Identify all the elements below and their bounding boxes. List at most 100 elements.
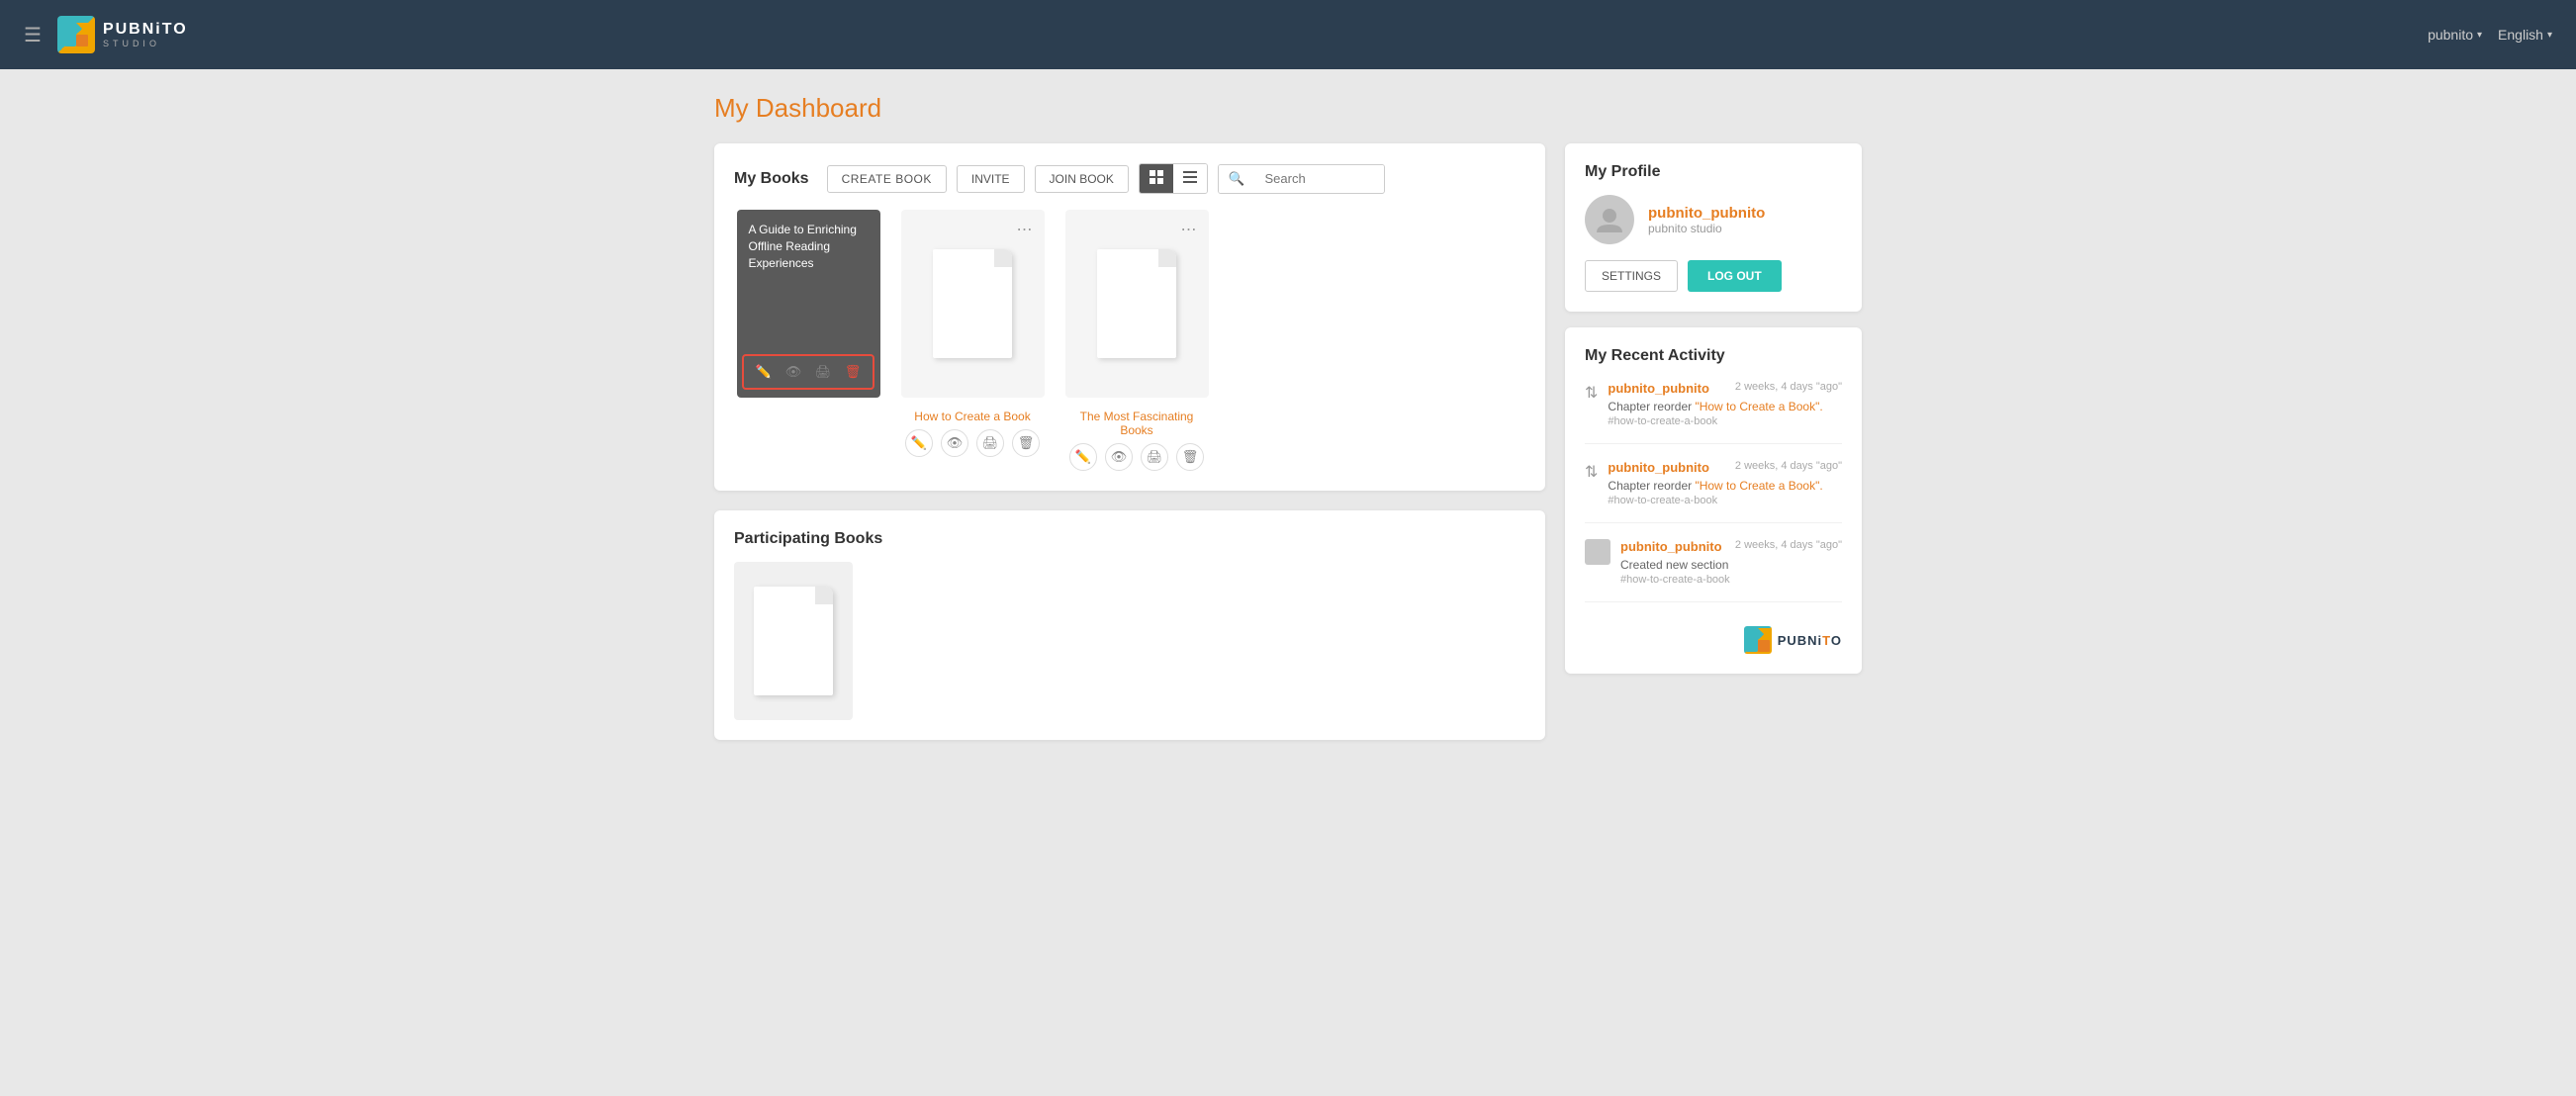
activity-content: pubnito_pubnito 2 weeks, 4 days "ago" Ch… — [1608, 460, 1842, 506]
profile-username[interactable]: pubnito_pubnito — [1648, 205, 1765, 222]
language-label: English — [2498, 27, 2543, 43]
activity-time: 2 weeks, 4 days "ago" — [1735, 539, 1842, 551]
book-cover-title: A Guide to Enriching Offline Reading Exp… — [749, 222, 869, 271]
activity-title: My Recent Activity — [1585, 347, 1842, 365]
profile-studio: pubnito studio — [1648, 222, 1765, 235]
activity-desc-text: Chapter reorder — [1608, 400, 1695, 413]
activity-user[interactable]: pubnito_pubnito — [1608, 460, 1709, 475]
watermark: PUBNiTO — [1585, 618, 1842, 654]
view-icon[interactable]: 👁 — [941, 429, 968, 457]
grid-view-button[interactable] — [1140, 164, 1173, 193]
nav-user[interactable]: pubnito ▾ — [2428, 27, 2482, 43]
list-view-button[interactable] — [1173, 164, 1207, 193]
join-book-button[interactable]: JOIN BOOK — [1035, 165, 1129, 193]
list-view-tooltip-wrap: Show in a list — [1173, 164, 1207, 193]
activity-header: pubnito_pubnito 2 weeks, 4 days "ago" — [1608, 460, 1842, 475]
avatar — [1585, 195, 1634, 244]
view-toggles: Show in a list — [1139, 163, 1208, 194]
view-icon[interactable]: 👁 — [782, 360, 805, 384]
profile-actions: SETTINGS LOG OUT — [1585, 260, 1842, 292]
participating-books-grid — [734, 562, 1525, 720]
book-page-shape — [933, 249, 1012, 358]
print-icon[interactable]: 🖨 — [811, 360, 835, 384]
nav-language[interactable]: English ▾ — [2498, 27, 2552, 43]
activity-content: pubnito_pubnito 2 weeks, 4 days "ago" Ch… — [1608, 381, 1842, 427]
activity-link[interactable]: "How to Create a Book". — [1695, 400, 1822, 413]
activity-reorder-icon: ⇅ — [1585, 383, 1598, 427]
book-name[interactable]: The Most Fascinating Books — [1062, 410, 1211, 437]
delete-icon[interactable]: 🗑 — [1176, 443, 1204, 471]
edit-icon[interactable]: ✏️ — [905, 429, 933, 457]
book-item: ⋯ The Most Fascinating Books ✏️ 👁 🖨 🗑 — [1062, 210, 1211, 471]
activity-tag: #how-to-create-a-book — [1608, 495, 1842, 506]
watermark-icon — [1744, 626, 1772, 654]
logo: PUBNiTO STUDIO — [57, 16, 188, 53]
activity-time: 2 weeks, 4 days "ago" — [1735, 381, 1842, 393]
search-input[interactable] — [1255, 165, 1384, 192]
activity-desc: Chapter reorder "How to Create a Book". — [1608, 477, 1842, 495]
book-action-icons: ✏️ 👁 🖨 🗑 — [1069, 443, 1204, 471]
logo-title: PUBNiTO — [103, 21, 188, 39]
activity-tag: #how-to-create-a-book — [1620, 574, 1842, 586]
edit-icon[interactable]: ✏️ — [1069, 443, 1097, 471]
participating-book-cover[interactable] — [734, 562, 853, 720]
search-icon-button[interactable]: 🔍 — [1219, 165, 1255, 193]
logo-text-block: PUBNiTO STUDIO — [103, 21, 188, 48]
book-cover-white[interactable]: ⋯ — [1065, 210, 1209, 398]
logo-subtitle: STUDIO — [103, 39, 188, 48]
print-icon[interactable]: 🖨 — [1141, 443, 1168, 471]
profile-info: pubnito_pubnito pubnito studio — [1648, 205, 1765, 235]
activity-tag: #how-to-create-a-book — [1608, 415, 1842, 427]
activity-desc: Created new section — [1620, 556, 1842, 574]
book-cover-dark[interactable]: A Guide to Enriching Offline Reading Exp… — [737, 210, 880, 398]
activity-header: pubnito_pubnito 2 weeks, 4 days "ago" — [1608, 381, 1842, 396]
books-grid: A Guide to Enriching Offline Reading Exp… — [734, 210, 1525, 471]
content-layout: My Books CREATE BOOK INVITE JOIN BOOK Sh… — [714, 143, 1862, 760]
books-header: My Books CREATE BOOK INVITE JOIN BOOK Sh… — [734, 163, 1525, 194]
activity-item: ⇅ pubnito_pubnito 2 weeks, 4 days "ago" … — [1585, 460, 1842, 523]
book-dots[interactable]: ⋯ — [1181, 220, 1199, 239]
activity-user[interactable]: pubnito_pubnito — [1620, 539, 1722, 554]
activity-desc-text: Created new section — [1620, 558, 1728, 572]
participating-books-card: Participating Books — [714, 510, 1545, 740]
settings-button[interactable]: SETTINGS — [1585, 260, 1678, 292]
navbar-right: pubnito ▾ English ▾ — [2428, 27, 2552, 43]
activity-reorder-icon: ⇅ — [1585, 462, 1598, 506]
book-dots[interactable]: ⋯ — [1017, 220, 1035, 239]
view-icon[interactable]: 👁 — [1105, 443, 1133, 471]
book-actions-overlay: ✏️ 👁 🖨 🗑 — [742, 354, 874, 390]
navbar-left: ☰ PUBNiTO STUDIO — [24, 16, 188, 53]
logout-button[interactable]: LOG OUT — [1688, 260, 1782, 292]
activity-item: ⇅ pubnito_pubnito 2 weeks, 4 days "ago" … — [1585, 381, 1842, 444]
activity-card: My Recent Activity ⇅ pubnito_pubnito 2 w… — [1565, 327, 1862, 674]
create-book-button[interactable]: CREATE BOOK — [827, 165, 947, 193]
activity-desc: Chapter reorder "How to Create a Book". — [1608, 398, 1842, 415]
activity-item: pubnito_pubnito 2 weeks, 4 days "ago" Cr… — [1585, 539, 1842, 602]
main-wrapper: My Dashboard My Books CREATE BOOK INVITE… — [694, 69, 1882, 783]
left-panel: My Books CREATE BOOK INVITE JOIN BOOK Sh… — [714, 143, 1545, 760]
user-label: pubnito — [2428, 27, 2473, 43]
profile-title: My Profile — [1585, 163, 1842, 181]
page-title: My Dashboard — [714, 93, 1862, 124]
edit-icon[interactable]: ✏️ — [752, 360, 776, 384]
delete-icon[interactable]: 🗑 — [841, 360, 865, 384]
part-book-page-shape — [754, 587, 833, 695]
activity-user[interactable]: pubnito_pubnito — [1608, 381, 1709, 396]
delete-icon[interactable]: 🗑 — [1012, 429, 1040, 457]
activity-link[interactable]: "How to Create a Book". — [1695, 479, 1822, 493]
book-item: A Guide to Enriching Offline Reading Exp… — [734, 210, 882, 471]
book-name[interactable]: How to Create a Book — [914, 410, 1030, 423]
logo-icon — [57, 16, 95, 53]
book-cover-white[interactable]: ⋯ — [901, 210, 1045, 398]
book-action-icons: ✏️ 👁 🖨 🗑 — [905, 429, 1040, 457]
navbar: ☰ PUBNiTO STUDIO pubnito ▾ English ▾ — [0, 0, 2576, 69]
menu-icon[interactable]: ☰ — [24, 23, 42, 47]
activity-section-icon — [1585, 539, 1610, 565]
print-icon[interactable]: 🖨 — [976, 429, 1004, 457]
activity-content: pubnito_pubnito 2 weeks, 4 days "ago" Cr… — [1620, 539, 1842, 586]
user-dropdown-icon: ▾ — [2477, 30, 2482, 41]
invite-button[interactable]: INVITE — [957, 165, 1025, 193]
activity-header: pubnito_pubnito 2 weeks, 4 days "ago" — [1620, 539, 1842, 554]
watermark-text: PUBNiTO — [1778, 633, 1842, 648]
participating-books-title: Participating Books — [734, 530, 1525, 548]
